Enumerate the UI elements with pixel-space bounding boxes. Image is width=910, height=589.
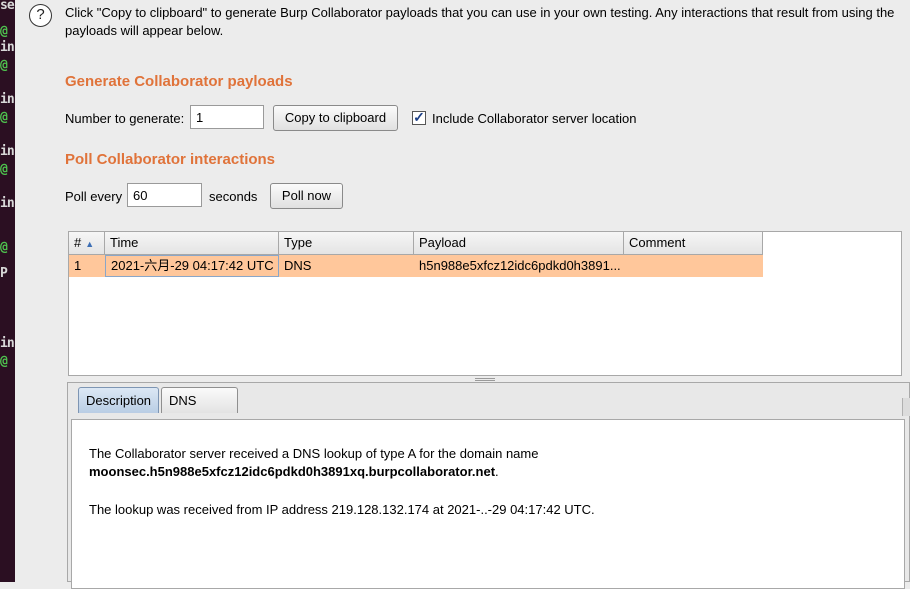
terminal-text: in: [0, 196, 15, 211]
number-to-generate-label: Number to generate:: [65, 111, 185, 126]
pane-splitter-handle[interactable]: [475, 378, 495, 381]
terminal-text: @: [0, 110, 8, 125]
scrollbar[interactable]: [902, 398, 910, 416]
poll-every-label: Poll every: [65, 189, 123, 204]
row-type-cell: DNS: [284, 258, 312, 273]
generate-section-title: Generate Collaborator payloads: [65, 73, 293, 90]
poll-interval-input[interactable]: 60: [127, 183, 202, 207]
include-server-location-checkbox[interactable]: ✓: [412, 110, 426, 125]
terminal-text: se: [0, 0, 15, 13]
row-time-cell: 2021-六月-29 04:17:42 UTC: [105, 255, 279, 277]
terminal-text: in: [0, 92, 15, 107]
collaborator-client-panel: ? Click "Copy to clipboard" to generate …: [15, 0, 910, 589]
poll-section-title: Poll Collaborator interactions: [65, 151, 276, 168]
terminal-text: @: [0, 162, 8, 177]
sort-ascending-icon: ▲: [85, 239, 95, 249]
terminal-text: @: [0, 354, 8, 369]
seconds-label: seconds: [209, 189, 258, 204]
description-line: The Collaborator server received a DNS l…: [89, 446, 539, 461]
terminal-background: se @ in @ in @ in @ in @ P in @: [0, 0, 15, 582]
description-domain-line: moonsec.h5n988e5xfcz12idc6pdkd0h3891xq.b…: [89, 464, 499, 479]
help-icon[interactable]: ?: [29, 4, 52, 27]
column-header-label: #: [74, 235, 82, 250]
row-comment-cell: [624, 255, 763, 277]
terminal-text: in: [0, 40, 15, 55]
column-header-type[interactable]: Type: [279, 232, 414, 254]
tab-dns-query[interactable]: DNS query: [161, 387, 238, 434]
column-header-time[interactable]: Time: [105, 232, 279, 254]
row-payload-cell: h5n988e5xfcz12idc6pdkd0h3891...: [419, 258, 621, 273]
domain-suffix: .: [495, 464, 499, 479]
table-row[interactable]: 1 2021-六月-29 04:17:42 UTC DNS h5n988e5xf…: [69, 255, 763, 277]
copy-to-clipboard-button[interactable]: Copy to clipboard: [273, 105, 398, 131]
terminal-text: @: [0, 24, 8, 39]
lookup-domain: moonsec.h5n988e5xfcz12idc6pdkd0h3891xq.b…: [89, 464, 496, 479]
poll-now-button[interactable]: Poll now: [270, 183, 343, 209]
column-header-comment[interactable]: Comment: [624, 232, 763, 254]
terminal-text: @: [0, 58, 8, 73]
number-to-generate-input[interactable]: 1: [190, 105, 264, 129]
description-panel: The Collaborator server received a DNS l…: [71, 419, 905, 589]
interactions-table[interactable]: # ▲ Time Type Payload Comment 1 2021-六月-2…: [68, 231, 902, 376]
interaction-details-pane: Description DNS query The Collaborator s…: [67, 382, 910, 589]
intro-text: Click "Copy to clipboard" to generate Bu…: [65, 5, 895, 38]
terminal-text: @: [0, 240, 8, 255]
tab-description[interactable]: Description: [78, 387, 159, 413]
terminal-text: in: [0, 336, 15, 351]
column-header-payload[interactable]: Payload: [414, 232, 624, 254]
include-server-location-label: Include Collaborator server location: [432, 111, 637, 126]
table-header: # ▲ Time Type Payload Comment: [69, 232, 763, 255]
row-number-cell: 1: [74, 258, 82, 273]
column-header-number[interactable]: # ▲: [69, 232, 105, 254]
terminal-text: P: [0, 266, 8, 281]
description-source-line: The lookup was received from IP address …: [89, 502, 595, 517]
terminal-text: in: [0, 144, 15, 159]
